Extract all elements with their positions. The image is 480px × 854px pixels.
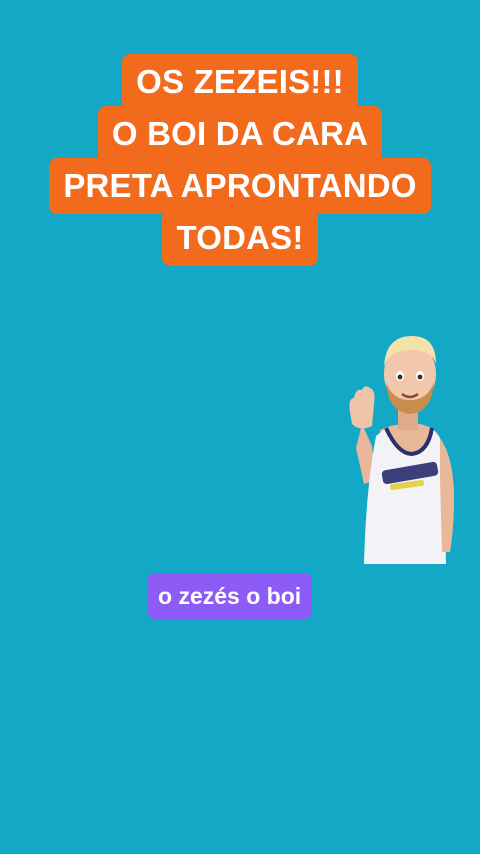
title-overlay: OS ZEZEIS!!! O BOI DA CARA PRETA APRONTA…: [0, 54, 480, 266]
waving-avatar-icon: [349, 336, 454, 564]
title-line-3: PRETA APRONTANDO: [49, 158, 431, 214]
title-line-1: OS ZEZEIS!!!: [122, 54, 358, 110]
title-line-2: O BOI DA CARA: [97, 106, 383, 162]
title-line-4: TODAS!: [162, 210, 318, 266]
subtitle-caption: o zezés o boi: [148, 573, 312, 619]
